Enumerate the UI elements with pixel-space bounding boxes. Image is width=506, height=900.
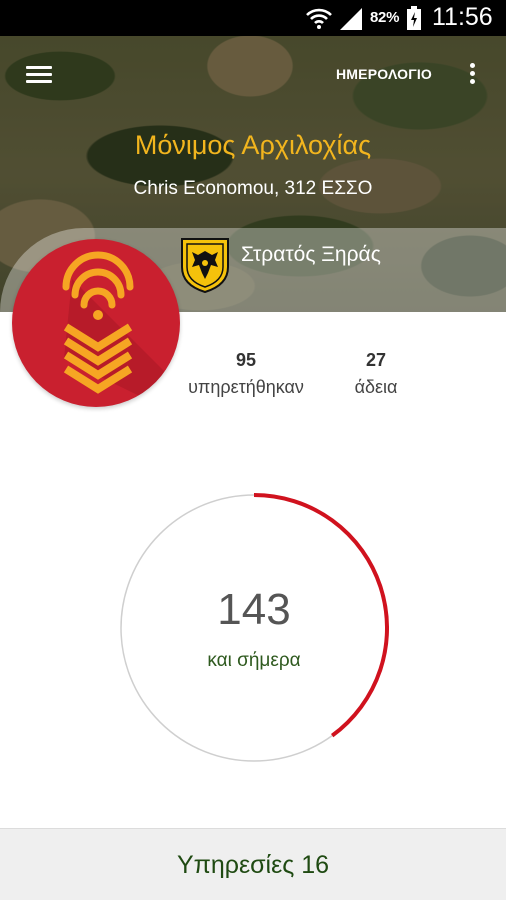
stat-leave: 27 άδεια [340, 350, 412, 398]
leave-label: άδεια [354, 377, 398, 397]
services-bar[interactable]: Υπηρεσίες 16 [0, 828, 506, 900]
calendar-button[interactable]: ΗΜΕΡΟΛΟΓΙΟ [336, 66, 432, 82]
services-label[interactable]: Υπηρεσίες 16 [0, 829, 506, 880]
hamburger-menu-icon[interactable] [22, 62, 56, 90]
days-count: 143 [217, 585, 291, 634]
more-vert-icon[interactable] [464, 60, 480, 92]
rank-badge [12, 239, 180, 407]
served-label: υπηρετήθηκαν [188, 377, 304, 397]
branch-name: Στρατός Ξηράς [241, 243, 381, 266]
status-bar: 82% 11:56 [0, 0, 506, 36]
days-caption: και σήμερα [207, 650, 301, 671]
clock: 11:56 [432, 3, 493, 31]
stat-served: 95 υπηρετήθηκαν [178, 350, 314, 398]
army-emblem-icon [181, 238, 229, 293]
rank-title: Μόνιμος Αρχιλοχίας [134, 130, 372, 160]
chevron-rank-icon [62, 251, 180, 407]
battery-percent: 82% [370, 9, 400, 26]
served-count: 95 [235, 350, 257, 370]
signal-icon [340, 8, 362, 30]
app-screen: 82% 11:56 ΗΜΕΡΟΛΟΓΙΟ Μόνιμος Αρχιλοχίας … [0, 0, 506, 900]
user-name: Chris Economou, 312 ΕΣΣΟ [133, 178, 373, 199]
leave-count: 27 [365, 350, 387, 370]
wifi-icon [306, 8, 332, 29]
battery-icon [407, 6, 421, 30]
